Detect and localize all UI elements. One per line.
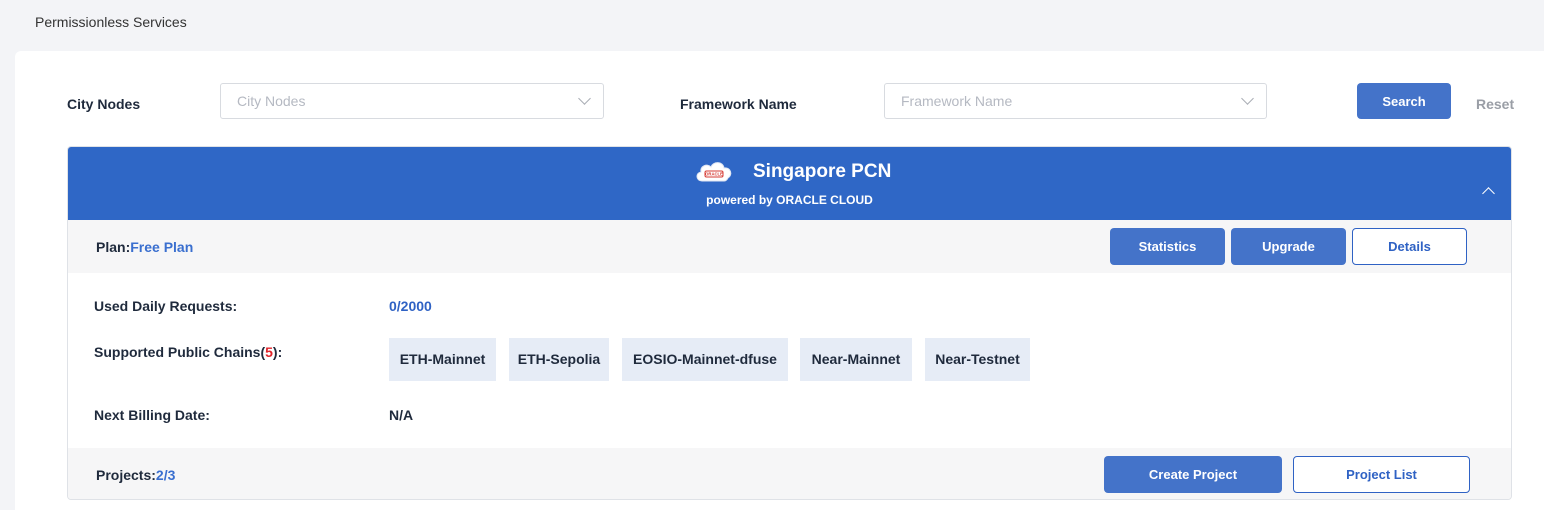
pcn-card: ORACLE Singapore PCN powered by ORACLE C… (67, 146, 1512, 500)
reset-button[interactable]: Reset (1476, 96, 1514, 112)
city-nodes-label: City Nodes (67, 96, 141, 112)
chain-tag: EOSIO-Mainnet-dfuse (622, 338, 788, 381)
chevron-down-icon (1241, 92, 1254, 105)
breadcrumb: Permissionless Services (35, 14, 187, 30)
projects-bar: Projects:2/3 Create Project Project List (68, 448, 1511, 499)
city-nodes-placeholder: City Nodes (237, 93, 306, 109)
project-list-button[interactable]: Project List (1293, 456, 1470, 493)
supported-chains-label-suffix: ): (272, 344, 283, 360)
supported-chains-label-prefix: Supported Public Chains( (94, 344, 266, 360)
projects-label: Projects: (96, 467, 156, 483)
framework-name-label: Framework Name (680, 96, 797, 112)
oracle-cloud-icon: ORACLE (696, 162, 732, 182)
search-button[interactable]: Search (1357, 83, 1451, 119)
city-nodes-select[interactable]: City Nodes (220, 83, 604, 119)
projects-text: Projects:2/3 (96, 467, 175, 483)
framework-name-placeholder: Framework Name (901, 93, 1013, 109)
upgrade-button[interactable]: Upgrade (1231, 228, 1346, 265)
plan-text: Plan:Free Plan (96, 239, 193, 255)
chain-tag: Near-Testnet (925, 338, 1030, 381)
next-billing-date-label: Next Billing Date: (94, 407, 210, 423)
chain-tag: ETH-Sepolia (509, 338, 609, 381)
used-daily-requests-value: 0/2000 (389, 298, 432, 314)
plan-value: Free Plan (130, 239, 194, 255)
next-billing-date-value: N/A (389, 407, 414, 423)
framework-name-select[interactable]: Framework Name (884, 83, 1267, 119)
plan-bar: Plan:Free Plan Statistics Upgrade Detail… (68, 220, 1511, 273)
chain-tag: ETH-Mainnet (389, 338, 496, 381)
used-daily-requests-label: Used Daily Requests: (94, 298, 238, 314)
chains-count: 5 (265, 344, 273, 360)
chevron-down-icon (578, 92, 591, 105)
card-header[interactable]: ORACLE Singapore PCN powered by ORACLE C… (68, 147, 1511, 220)
supported-chains-label: Supported Public Chains(5): (94, 344, 282, 360)
create-project-button[interactable]: Create Project (1104, 456, 1282, 493)
projects-value: 2/3 (155, 467, 176, 483)
card-title: Singapore PCN (753, 161, 892, 182)
chain-tag: Near-Mainnet (800, 338, 912, 381)
card-subtitle: powered by ORACLE CLOUD (706, 193, 873, 207)
statistics-button[interactable]: Statistics (1110, 228, 1225, 265)
plan-label: Plan: (96, 239, 131, 255)
details-button[interactable]: Details (1352, 228, 1467, 265)
oracle-logo-text: ORACLE (705, 172, 723, 177)
